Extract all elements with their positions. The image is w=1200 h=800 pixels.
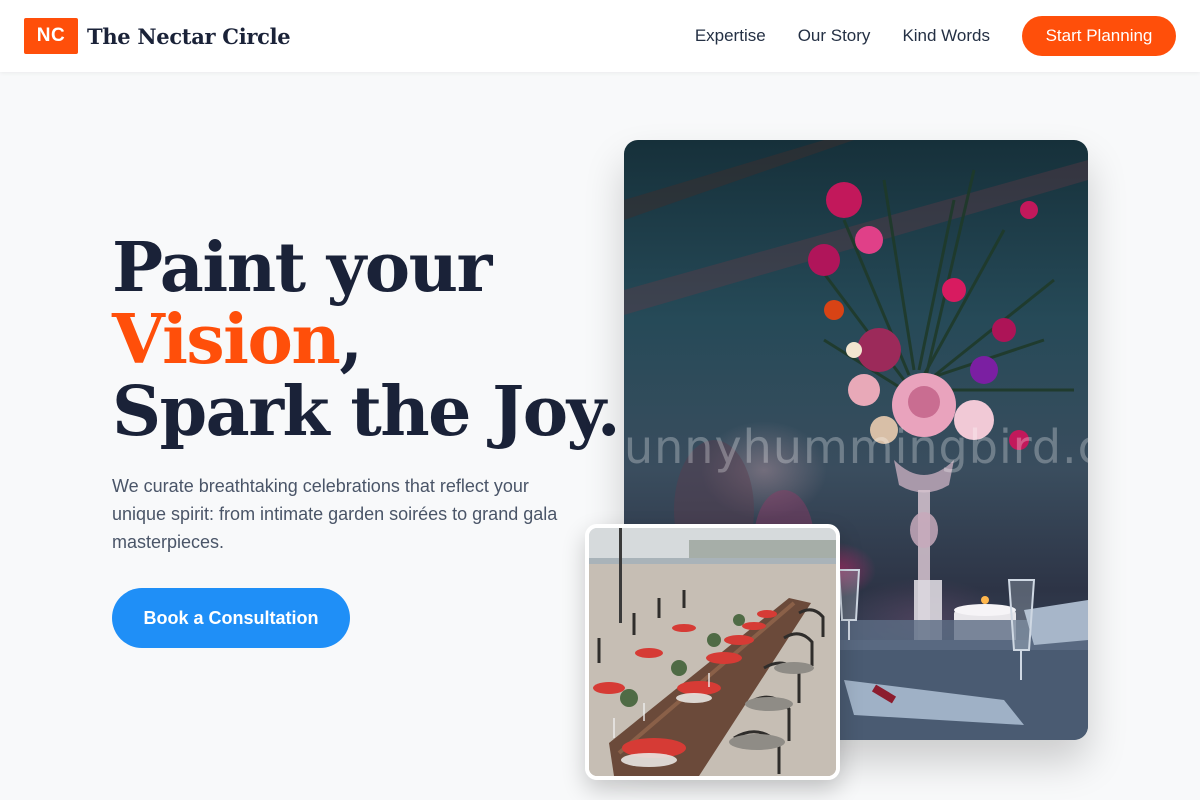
- nav-link-kind-words[interactable]: Kind Words: [902, 26, 990, 46]
- hero-title-comma: ,: [339, 300, 363, 380]
- hero-title: Paint your Vision, Spark the Joy.: [112, 232, 621, 448]
- nav-link-our-story[interactable]: Our Story: [798, 26, 871, 46]
- site-header: NC The Nectar Circle Expertise Our Story…: [0, 0, 1200, 72]
- beach-dinner-photo: [585, 524, 840, 780]
- nav-link-expertise[interactable]: Expertise: [695, 26, 766, 46]
- hero-title-line1: Paint your: [112, 228, 492, 308]
- main-nav: Expertise Our Story Kind Words Start Pla…: [695, 16, 1176, 56]
- brand-logo[interactable]: NC The Nectar Circle: [24, 18, 291, 54]
- hero-title-line3: Spark the Joy.: [112, 372, 621, 452]
- start-planning-button[interactable]: Start Planning: [1022, 16, 1176, 56]
- hero-subtitle: We curate breathtaking celebrations that…: [112, 476, 558, 552]
- brand-mark: NC: [24, 18, 78, 54]
- book-consultation-button[interactable]: Book a Consultation: [112, 588, 350, 648]
- hero-title-accent: Vision: [112, 300, 341, 380]
- beach-dinner-illustration: [589, 528, 836, 776]
- brand-name: The Nectar Circle: [87, 23, 291, 49]
- photo-watermark: unnyhummingbird.com: [624, 420, 1088, 474]
